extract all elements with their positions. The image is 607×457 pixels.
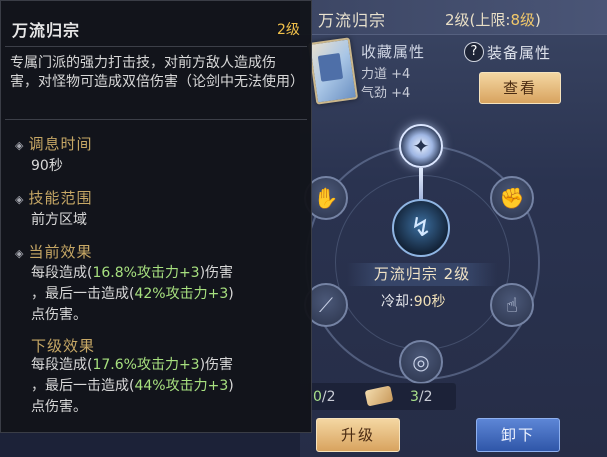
tooltip-divider: [5, 119, 307, 120]
current-effect-title: ◈ 当前效果: [15, 243, 93, 261]
panel-title: 万流归宗: [318, 11, 387, 30]
current-effect-text: 每段造成(16.8%攻击力+3)伤害 ，最后一击造成(42%攻击力+3) 点伤害…: [31, 265, 234, 323]
wheel-node-right-top-icon[interactable]: ✊: [490, 176, 534, 220]
material-count-right: 3/2: [410, 389, 433, 405]
upgrade-button[interactable]: 升级: [316, 418, 400, 452]
equip-attr-title: 装备属性: [487, 44, 552, 62]
range-section-value: 前方区域: [31, 212, 87, 228]
cooldown-section-title: ◈ 调息时间: [15, 135, 93, 153]
tooltip-title: 万流归宗: [12, 21, 81, 40]
collection-stat-qi: 气劲 +4: [361, 86, 411, 101]
help-icon[interactable]: ?: [464, 42, 484, 62]
skill-tooltip: 万流归宗 2级 专属门派的强力打击技，对前方敌人造成伤害，对怪物可造成双倍伤害（…: [0, 0, 312, 433]
unequip-button[interactable]: 卸下: [476, 418, 560, 452]
skill-level-label: 2级(上限:8级): [445, 11, 541, 29]
skill-cooldown: 冷却:90秒: [381, 294, 446, 310]
collection-stat-strength: 力道 +4: [361, 67, 411, 82]
skill-book-icon[interactable]: [307, 37, 359, 105]
next-effect-text: 每段造成(17.6%攻击力+3)伤害 ，最后一击造成(44%攻击力+3) 点伤害…: [31, 357, 234, 415]
tooltip-divider: [5, 46, 307, 47]
wheel-node-bottom-icon[interactable]: ◎: [399, 340, 443, 384]
tooltip-description: 专属门派的强力打击技，对前方敌人造成伤害，对怪物可造成双倍伤害（论剑中无法使用）: [10, 55, 304, 90]
wheel-node-top-icon[interactable]: ✦: [399, 124, 443, 168]
wheel-node-right-bottom-icon[interactable]: ☝: [490, 283, 534, 327]
view-button[interactable]: 查看: [479, 72, 561, 104]
next-effect-title: 下级效果: [31, 337, 96, 355]
material-count-left: 0/2: [313, 389, 336, 405]
collection-attr-title: 收藏属性: [361, 43, 426, 61]
center-skill-icon[interactable]: ↯: [392, 199, 450, 257]
selected-skill-name: 万流归宗 2级: [347, 263, 497, 286]
tooltip-level: 2级: [277, 22, 300, 38]
range-section-title: ◈ 技能范围: [15, 189, 93, 207]
cooldown-section-value: 90秒: [31, 158, 63, 174]
